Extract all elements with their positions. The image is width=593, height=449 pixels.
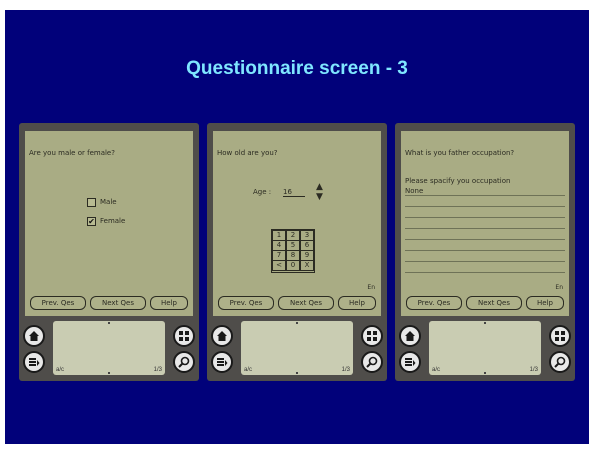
find-icon[interactable] <box>549 351 571 373</box>
occupation-input-lines[interactable] <box>401 131 569 316</box>
slide: Questionnaire screen - 3 Are you male or… <box>5 10 589 444</box>
increment-arrow-icon[interactable]: ▲ <box>316 182 323 192</box>
input-ruled-line <box>405 195 565 196</box>
find-icon[interactable] <box>361 351 383 373</box>
menu-icon[interactable] <box>23 351 45 373</box>
palm-device-3: What is you father occupation? Please sp… <box>395 123 575 381</box>
home-icon[interactable] <box>211 325 233 347</box>
female-checkbox[interactable]: ✔ <box>87 217 96 226</box>
numeric-keypad: 1 2 3 4 5 6 7 8 9 <0 X <box>271 229 315 273</box>
help-button[interactable]: Help <box>150 296 188 310</box>
slide-title: Questionnaire screen - 3 <box>186 58 408 79</box>
graffiti-alpha-mark: a/c <box>244 367 253 373</box>
menu-icon[interactable] <box>399 351 421 373</box>
graffiti-tick <box>484 372 486 374</box>
graffiti-alpha-mark: a/c <box>432 367 441 373</box>
language-indicator: En <box>367 284 375 291</box>
language-indicator: En <box>555 284 563 291</box>
graffiti-area[interactable]: a/c 1/3 <box>241 321 353 375</box>
help-button[interactable]: Help <box>338 296 376 310</box>
graffiti-numeric-mark: 1/3 <box>529 367 538 373</box>
female-label: Female <box>100 217 126 225</box>
graffiti-tick <box>296 372 298 374</box>
nav-button-row: Prev. Qes Next Qes Help <box>404 296 566 310</box>
male-label: Male <box>100 198 117 206</box>
input-ruled-line <box>405 228 565 229</box>
nav-button-row: Prev. Qes Next Qes Help <box>216 296 378 310</box>
male-checkbox[interactable] <box>87 198 96 207</box>
graffiti-tick <box>108 322 110 324</box>
input-ruled-line <box>405 206 565 207</box>
graffiti-area[interactable]: a/c 1/3 <box>53 321 165 375</box>
graffiti-area[interactable]: a/c 1/3 <box>429 321 541 375</box>
find-icon[interactable] <box>173 351 195 373</box>
graffiti-tick <box>484 322 486 324</box>
apps-icon[interactable] <box>361 325 383 347</box>
prev-question-button[interactable]: Prev. Qes <box>406 296 462 310</box>
lcd-screen-3: What is you father occupation? Please sp… <box>401 131 569 316</box>
lcd-screen-2: How old are you? Age : 16 ▲ ▼ 1 2 3 4 5 6 7 8 9 <… <box>213 131 381 316</box>
keypad-key[interactable]: < <box>272 260 286 271</box>
input-ruled-line <box>405 239 565 240</box>
keypad-key[interactable]: 0 <box>286 260 300 271</box>
graffiti-numeric-mark: 1/3 <box>341 367 350 373</box>
input-ruled-line <box>405 272 565 273</box>
apps-icon[interactable] <box>173 325 195 347</box>
input-ruled-line <box>405 217 565 218</box>
graffiti-numeric-mark: 1/3 <box>153 367 162 373</box>
palm-device-2: How old are you? Age : 16 ▲ ▼ 1 2 3 4 5 6 7 8 9 <… <box>207 123 387 381</box>
lcd-screen-1: Are you male or female? Male ✔ Female Pr… <box>25 131 193 316</box>
decrement-arrow-icon[interactable]: ▼ <box>316 192 323 202</box>
question-text: Are you male or female? <box>29 149 115 157</box>
age-label: Age : <box>253 188 272 196</box>
apps-icon[interactable] <box>549 325 571 347</box>
input-ruled-line <box>405 250 565 251</box>
next-question-button[interactable]: Next Qes <box>90 296 146 310</box>
graffiti-alpha-mark: a/c <box>56 367 65 373</box>
palm-device-1: Are you male or female? Male ✔ Female Pr… <box>19 123 199 381</box>
graffiti-tick <box>108 372 110 374</box>
menu-icon[interactable] <box>211 351 233 373</box>
home-icon[interactable] <box>399 325 421 347</box>
nav-button-row: Prev. Qes Next Qes Help <box>28 296 190 310</box>
prev-question-button[interactable]: Prev. Qes <box>30 296 86 310</box>
input-ruled-line <box>405 261 565 262</box>
age-input[interactable]: 16 <box>283 188 305 197</box>
question-text: How old are you? <box>217 149 278 157</box>
keypad-key[interactable]: X <box>300 260 314 271</box>
help-button[interactable]: Help <box>526 296 564 310</box>
next-question-button[interactable]: Next Qes <box>278 296 334 310</box>
home-icon[interactable] <box>23 325 45 347</box>
next-question-button[interactable]: Next Qes <box>466 296 522 310</box>
prev-question-button[interactable]: Prev. Qes <box>218 296 274 310</box>
graffiti-tick <box>296 322 298 324</box>
